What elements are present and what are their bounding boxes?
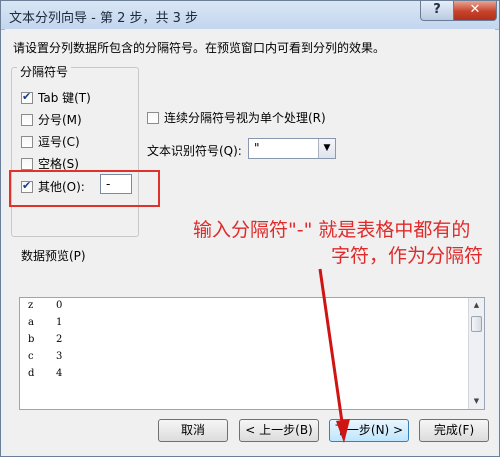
annotation-arrow xyxy=(318,268,350,443)
close-button[interactable]: ✕ xyxy=(453,1,497,21)
help-button[interactable]: ? xyxy=(420,1,454,21)
dialog-window: 文本分列向导 - 第 2 步，共 3 步 ? ✕ 请设置分列数据所包含的分隔符号… xyxy=(0,0,500,457)
dialog-content: 请设置分列数据所包含的分隔符号。在预览窗口内可看到分列的效果。 分隔符号 Tab… xyxy=(5,29,495,454)
dialog-title: 文本分列向导 - 第 2 步，共 3 步 xyxy=(9,11,199,26)
title-bar: 文本分列向导 - 第 2 步，共 3 步 ? ✕ xyxy=(1,1,499,30)
